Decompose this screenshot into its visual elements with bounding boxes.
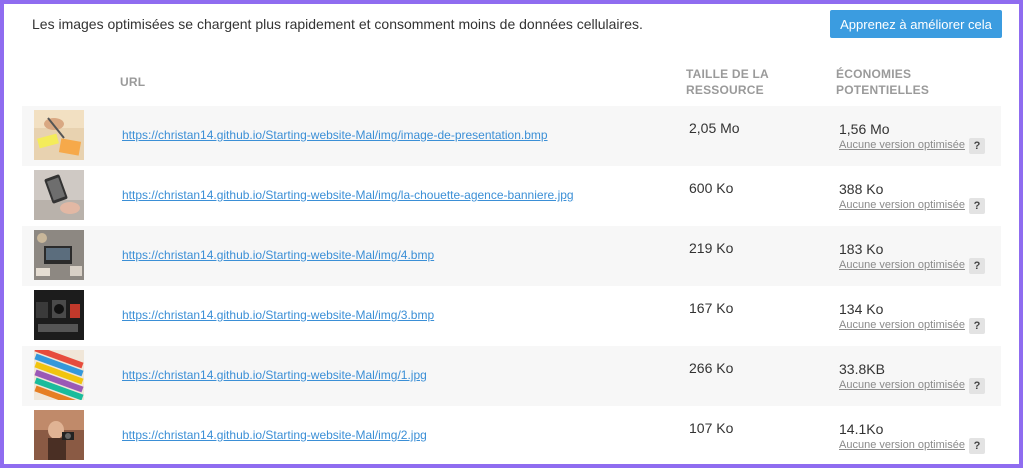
no-optimized-version-link[interactable]: Aucune version optimisée <box>839 199 965 211</box>
help-question-icon[interactable]: ? <box>969 198 985 214</box>
resource-url-link[interactable]: https://christan14.github.io/Starting-we… <box>122 188 574 202</box>
resource-size: 600 Ko <box>689 180 734 196</box>
thumbnail-image <box>34 170 84 220</box>
thumbnail-image <box>34 230 84 280</box>
resource-url-link[interactable]: https://christan14.github.io/Starting-we… <box>122 128 548 142</box>
table-row: https://christan14.github.io/Starting-we… <box>22 286 1001 346</box>
resource-size: 266 Ko <box>689 360 734 376</box>
resource-url-link[interactable]: https://christan14.github.io/Starting-we… <box>122 248 434 262</box>
no-optimized-version-link[interactable]: Aucune version optimisée <box>839 139 965 151</box>
resource-url-link[interactable]: https://christan14.github.io/Starting-we… <box>122 308 434 322</box>
potential-savings: 33.8KB <box>839 361 885 377</box>
thumbnail-image <box>34 290 84 340</box>
thumbnail-image <box>34 350 84 400</box>
column-header-url: URL <box>120 75 146 89</box>
resource-size: 2,05 Mo <box>689 120 740 136</box>
no-optimized-version-link[interactable]: Aucune version optimisée <box>839 259 965 271</box>
resource-size: 167 Ko <box>689 300 734 316</box>
thumbnail-image <box>34 410 84 460</box>
help-question-icon[interactable]: ? <box>969 318 985 334</box>
table-row: https://christan14.github.io/Starting-we… <box>22 166 1001 226</box>
potential-savings: 1,56 Mo <box>839 121 890 137</box>
help-question-icon[interactable]: ? <box>969 138 985 154</box>
table-row: https://christan14.github.io/Starting-we… <box>22 226 1001 286</box>
column-header-size-line1: TAILLE DE LA <box>686 67 769 81</box>
column-header-size-line2: RESSOURCE <box>686 83 764 97</box>
optimize-images-panel: Les images optimisées se chargent plus r… <box>4 4 1019 464</box>
intro-text: Les images optimisées se chargent plus r… <box>32 16 643 32</box>
column-header-size: TAILLE DE LA RESSOURCE <box>686 66 769 98</box>
resource-size: 219 Ko <box>689 240 734 256</box>
column-header-savings: ÉCONOMIES POTENTIELLES <box>836 66 929 98</box>
resource-size: 107 Ko <box>689 420 734 436</box>
resource-url-link[interactable]: https://christan14.github.io/Starting-we… <box>122 368 427 382</box>
potential-savings: 134 Ko <box>839 301 884 317</box>
thumbnail-image <box>34 110 84 160</box>
column-header-savings-line2: POTENTIELLES <box>836 83 930 97</box>
potential-savings: 388 Ko <box>839 181 884 197</box>
help-question-icon[interactable]: ? <box>969 378 985 394</box>
help-question-icon[interactable]: ? <box>969 438 985 454</box>
column-header-savings-line1: ÉCONOMIES <box>836 67 912 81</box>
help-question-icon[interactable]: ? <box>969 258 985 274</box>
table-row: https://christan14.github.io/Starting-we… <box>22 346 1001 406</box>
potential-savings: 14.1Ko <box>839 421 884 437</box>
no-optimized-version-link[interactable]: Aucune version optimisée <box>839 439 965 451</box>
resource-url-link[interactable]: https://christan14.github.io/Starting-we… <box>122 428 427 442</box>
no-optimized-version-link[interactable]: Aucune version optimisée <box>839 319 965 331</box>
table-row: https://christan14.github.io/Starting-we… <box>22 406 1001 464</box>
potential-savings: 183 Ko <box>839 241 884 257</box>
table-row: https://christan14.github.io/Starting-we… <box>22 106 1001 166</box>
learn-more-button[interactable]: Apprenez à améliorer cela <box>830 10 1002 38</box>
resource-table: https://christan14.github.io/Starting-we… <box>22 106 1001 464</box>
no-optimized-version-link[interactable]: Aucune version optimisée <box>839 379 965 391</box>
